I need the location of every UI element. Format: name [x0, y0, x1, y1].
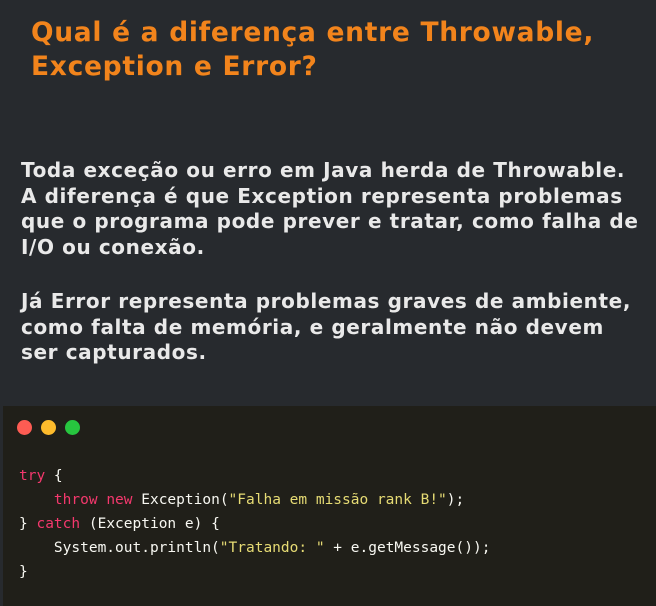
maximize-dot-icon: [65, 420, 80, 435]
code-text: System.out.println(: [53, 540, 220, 556]
code-line: System.out.println("Tratando: " + e.getM…: [19, 536, 491, 560]
code-text: );: [446, 492, 465, 508]
page-title: Qual é a diferença entre Throwable, Exce…: [31, 17, 595, 82]
code-window: try { throw new Exception("Falha em miss…: [3, 406, 656, 606]
code-text: }: [19, 564, 28, 580]
code-string: "Tratando: ": [219, 540, 325, 556]
code-line: try {: [19, 464, 490, 488]
code-string: "Falha em missão rank B!": [228, 492, 447, 508]
code-line: }: [19, 560, 490, 584]
code-text: {: [45, 468, 63, 484]
code-text: Exception(: [132, 492, 229, 508]
code-block: try { throw new Exception("Falha em miss…: [19, 464, 490, 584]
code-text: (Exception e) {: [80, 516, 220, 532]
paragraph-throwable: Toda exceção ou erro em Java herda de Th…: [21, 158, 639, 259]
code-text: + e.getMessage());: [324, 540, 491, 556]
code-keyword: throw: [53, 492, 98, 508]
code-keyword: try: [19, 468, 46, 484]
paragraph-error: Já Error representa problemas graves de …: [21, 289, 632, 364]
minimize-dot-icon: [41, 420, 56, 435]
code-text: }: [19, 516, 37, 532]
code-line: } catch (Exception e) {: [19, 512, 490, 536]
close-dot-icon: [17, 420, 32, 435]
code-keyword: new: [106, 492, 133, 508]
code-line: throw new Exception("Falha em missão ran…: [19, 488, 490, 512]
code-keyword: catch: [36, 516, 81, 532]
